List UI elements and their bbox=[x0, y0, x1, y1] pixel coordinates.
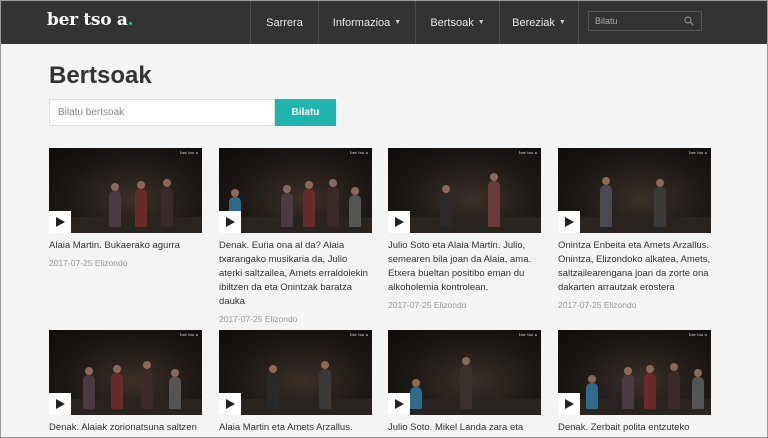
video-card[interactable]: ber tso a Julio Soto eta Alaia Martin. J… bbox=[388, 148, 541, 310]
performer-figure bbox=[410, 379, 422, 409]
performer-figure bbox=[440, 185, 452, 227]
performer-figure bbox=[654, 179, 666, 227]
performer-figure bbox=[319, 361, 331, 409]
performer-figure bbox=[644, 365, 656, 409]
video-grid: ber tso a Alaia Martin. Bukaerako agurra… bbox=[1, 1, 767, 437]
video-title[interactable]: Denak. Alaiak zorionatsuna saltzen bbox=[49, 421, 202, 435]
stage-floor bbox=[49, 217, 202, 233]
play-icon[interactable] bbox=[388, 211, 410, 233]
stage-floor bbox=[558, 399, 711, 415]
video-card[interactable]: ber tso a Onintza Enbeita eta Amets Arza… bbox=[558, 148, 711, 310]
video-card[interactable]: ber tso a Denak. Euria ona al da? Alaia … bbox=[219, 148, 372, 324]
stage-floor bbox=[388, 217, 541, 233]
performer-figure bbox=[111, 365, 123, 409]
video-title[interactable]: Denak. Zerbait polita entzuteko bbox=[558, 421, 711, 435]
video-card[interactable]: ber tso a Alaia Martin. Bukaerako agurra… bbox=[49, 148, 202, 268]
play-icon[interactable] bbox=[49, 211, 71, 233]
video-thumbnail[interactable]: ber tso a bbox=[219, 148, 372, 233]
performer-figure bbox=[141, 361, 153, 409]
video-title[interactable]: Denak. Euria ona al da? Alaia txarangako… bbox=[219, 239, 372, 309]
performer-figure bbox=[460, 357, 472, 409]
performer-figure bbox=[692, 369, 704, 409]
performer-figure bbox=[161, 179, 173, 227]
video-thumbnail[interactable]: ber tso a bbox=[219, 330, 372, 415]
play-icon[interactable] bbox=[388, 393, 410, 415]
performer-figure bbox=[109, 183, 121, 227]
watermark-logo: ber tso a bbox=[180, 150, 198, 155]
play-icon[interactable] bbox=[558, 393, 580, 415]
video-thumbnail[interactable]: ber tso a bbox=[558, 148, 711, 233]
performer-figure bbox=[668, 363, 680, 409]
video-meta: 2017-07-25 Elizondo bbox=[558, 300, 637, 310]
video-meta: 2017-07-25 Elizondo bbox=[49, 258, 128, 268]
performer-figure bbox=[327, 179, 339, 227]
performer-figure bbox=[267, 365, 279, 409]
video-thumbnail[interactable]: ber tso a bbox=[388, 330, 541, 415]
video-thumbnail[interactable]: ber tso a bbox=[49, 330, 202, 415]
video-card[interactable]: ber tso a Denak. Alaiak zorionatsuna sal… bbox=[49, 330, 202, 435]
watermark-logo: ber tso a bbox=[180, 332, 198, 337]
play-icon[interactable] bbox=[219, 393, 241, 415]
video-card[interactable]: ber tso a Denak. Zerbait polita entzutek… bbox=[558, 330, 711, 435]
play-icon[interactable] bbox=[219, 211, 241, 233]
play-icon[interactable] bbox=[558, 211, 580, 233]
performer-figure bbox=[281, 185, 293, 227]
watermark-logo: ber tso a bbox=[689, 332, 707, 337]
video-card[interactable]: ber tso a Alaia Martin eta Amets Arzallu… bbox=[219, 330, 372, 435]
video-card[interactable]: ber tso a Julio Soto. Mikel Landa zara e… bbox=[388, 330, 541, 435]
watermark-logo: ber tso a bbox=[350, 150, 368, 155]
video-meta: 2017-07-25 Elizondo bbox=[388, 300, 467, 310]
performer-figure bbox=[83, 367, 95, 409]
performer-figure bbox=[622, 367, 634, 409]
performer-figure bbox=[600, 177, 612, 227]
video-title[interactable]: Julio Soto eta Alaia Martin. Julio, seme… bbox=[388, 239, 541, 295]
watermark-logo: ber tso a bbox=[519, 332, 537, 337]
video-thumbnail[interactable]: ber tso a bbox=[49, 148, 202, 233]
stage-floor bbox=[219, 399, 372, 415]
watermark-logo: ber tso a bbox=[519, 150, 537, 155]
performer-figure bbox=[488, 173, 500, 227]
video-title[interactable]: Onintza Enbeita eta Amets Arzallus. Onin… bbox=[558, 239, 711, 295]
play-icon[interactable] bbox=[49, 393, 71, 415]
performer-figure bbox=[303, 181, 315, 227]
video-thumbnail[interactable]: ber tso a bbox=[388, 148, 541, 233]
video-title[interactable]: Alaia Martin. Bukaerako agurra bbox=[49, 239, 202, 253]
stage-floor bbox=[558, 217, 711, 233]
video-title[interactable]: Julio Soto. Mikel Landa zara eta bbox=[388, 421, 541, 435]
watermark-logo: ber tso a bbox=[350, 332, 368, 337]
performer-figure bbox=[135, 181, 147, 227]
video-thumbnail[interactable]: ber tso a bbox=[558, 330, 711, 415]
video-title[interactable]: Alaia Martin eta Amets Arzallus. bbox=[219, 421, 372, 435]
watermark-logo: ber tso a bbox=[689, 150, 707, 155]
performer-figure bbox=[169, 369, 181, 409]
video-meta: 2017-07-25 Elizondo bbox=[219, 314, 298, 324]
performer-figure bbox=[586, 375, 598, 409]
performer-figure bbox=[349, 187, 361, 227]
